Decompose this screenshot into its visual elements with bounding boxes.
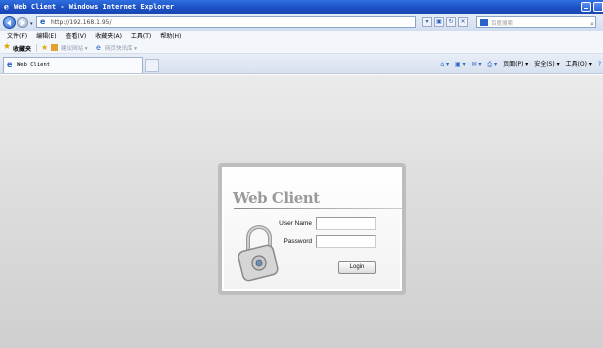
search-engine-icon <box>480 19 488 26</box>
maximize-button[interactable] <box>593 2 603 12</box>
favorites-bar: ★ 收藏夹 ★ 建议网站 ▾ e 网页快讯库 ▾ <box>0 42 603 54</box>
tools-menu[interactable]: 工具(O) ▾ <box>566 59 592 68</box>
window-titlebar: e Web Client - Windows Internet Explorer <box>0 0 603 14</box>
page-content: Web Client User Name Password Login <box>0 75 603 348</box>
favorites-button[interactable]: 收藏夹 <box>13 44 31 53</box>
favorites-star-icon[interactable]: ★ <box>3 43 11 52</box>
menu-bar: 文件(F) 编辑(E) 查看(V) 收藏夹(A) 工具(T) 帮助(H) <box>0 31 603 42</box>
address-actions: ▾ ▣ ↻ ✕ <box>422 17 474 27</box>
padlock-icon <box>238 225 279 282</box>
password-input[interactable] <box>316 235 376 248</box>
address-dropdown-icon[interactable]: ▾ <box>422 17 432 27</box>
username-input[interactable] <box>316 217 376 230</box>
login-button[interactable]: Login <box>338 261 376 274</box>
safety-menu[interactable]: 安全(S) ▾ <box>534 59 559 68</box>
menu-file[interactable]: 文件(F) <box>7 31 27 42</box>
print-icon[interactable]: ⎙ ▾ <box>487 61 497 69</box>
web-slice-gallery-link[interactable]: 网页快讯库 ▾ <box>105 44 137 52</box>
web-slice-icon[interactable]: e <box>96 43 101 52</box>
ie-logo-icon: e <box>4 2 9 11</box>
tab-bar: e Web Client ⌂ ▾ ▣ ▾ ✉ ▾ ⎙ ▾ 页面(P) ▾ 安全(… <box>0 54 603 74</box>
search-field[interactable]: 百度搜索 ⌕ <box>476 16 596 28</box>
brand-title: Web Client <box>233 189 320 207</box>
forward-button[interactable] <box>17 17 28 28</box>
address-toolbar: ▾ e http://192.168.1.95/ ▾ ▣ ↻ ✕ 百度搜索 ⌕ <box>0 14 603 31</box>
menu-view[interactable]: 查看(V) <box>65 31 86 42</box>
divider <box>36 44 37 52</box>
address-url[interactable]: http://192.168.1.95/ <box>51 19 111 26</box>
help-icon[interactable]: ? <box>598 61 601 68</box>
back-button[interactable] <box>3 16 16 29</box>
divider <box>234 208 402 209</box>
menu-tools[interactable]: 工具(T) <box>131 31 151 42</box>
login-panel: Web Client User Name Password Login <box>218 163 406 295</box>
command-bar: ⌂ ▾ ▣ ▾ ✉ ▾ ⎙ ▾ 页面(P) ▾ 安全(S) ▾ 工具(O) ▾ … <box>436 59 601 69</box>
mail-icon[interactable]: ✉ ▾ <box>472 61 482 68</box>
menu-help[interactable]: 帮助(H) <box>160 31 181 42</box>
home-icon[interactable]: ⌂ ▾ <box>440 61 449 68</box>
svg-text:e: e <box>4 2 9 11</box>
compatibility-icon[interactable]: ▣ <box>434 17 444 27</box>
tab-label: Web Client <box>17 62 51 68</box>
page-menu[interactable]: 页面(P) ▾ <box>503 59 528 68</box>
username-label: User Name <box>279 220 312 227</box>
page-icon: e <box>40 17 46 26</box>
tab-page-icon: e <box>7 60 13 69</box>
menu-favorites[interactable]: 收藏夹(A) <box>95 31 122 42</box>
login-panel-inner: Web Client User Name Password Login <box>224 169 402 289</box>
history-dropdown-icon[interactable]: ▾ <box>30 21 33 27</box>
tab-web-client[interactable]: e Web Client <box>3 57 143 73</box>
window-title: Web Client - Windows Internet Explorer <box>14 3 175 11</box>
new-tab-button[interactable] <box>145 59 159 72</box>
add-favorite-icon[interactable]: ★ <box>41 43 48 52</box>
menu-edit[interactable]: 编辑(E) <box>36 31 56 42</box>
search-icon[interactable]: ⌕ <box>590 20 594 29</box>
search-placeholder: 百度搜索 <box>491 21 514 27</box>
stop-icon[interactable]: ✕ <box>458 17 468 27</box>
password-label: Password <box>283 238 312 245</box>
address-field[interactable]: e http://192.168.1.95/ <box>36 16 416 28</box>
suggested-sites-icon[interactable] <box>51 44 58 51</box>
suggested-sites-link[interactable]: 建议网站 ▾ <box>61 44 88 52</box>
minimize-button[interactable] <box>581 2 591 12</box>
refresh-icon[interactable]: ↻ <box>446 17 456 27</box>
feeds-icon[interactable]: ▣ ▾ <box>455 61 466 68</box>
